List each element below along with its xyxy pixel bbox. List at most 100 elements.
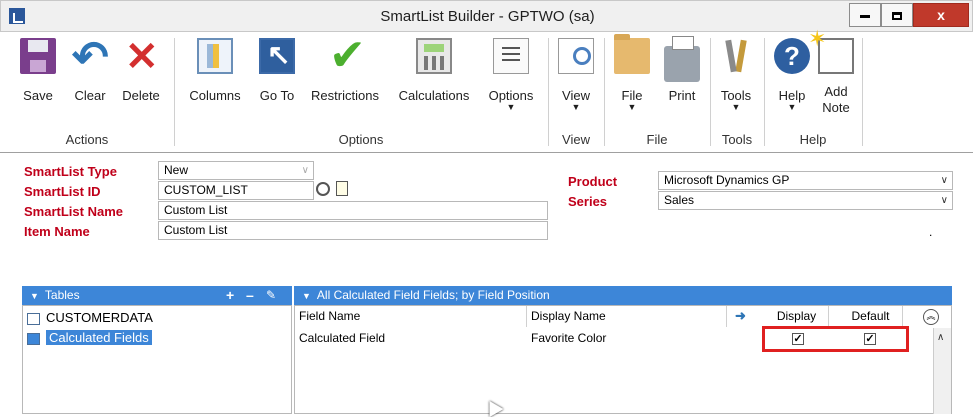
close-button[interactable]: x [913, 3, 969, 27]
delete-label: Delete [122, 88, 160, 103]
goto-button[interactable]: Go To [253, 38, 301, 103]
view-icon [558, 38, 594, 74]
print-label: Print [668, 88, 696, 103]
cell-field-name[interactable]: Calculated Field [295, 329, 527, 347]
group-separator [862, 38, 863, 146]
save-button[interactable]: Save [20, 38, 56, 103]
dot-marker: . [929, 225, 933, 239]
delete-icon [123, 34, 159, 80]
view-label: View [562, 88, 590, 103]
add-icon[interactable]: + [226, 286, 234, 305]
note-icon [808, 26, 854, 74]
smartlist-id-label: SmartList ID [24, 184, 101, 199]
columns-icon [197, 38, 233, 74]
chevron-down-icon: ∨ [301, 165, 309, 176]
grid-icon [27, 332, 40, 345]
chevron-down-icon: ▼ [571, 102, 581, 112]
maximize-icon [892, 12, 902, 21]
fields-panel: Field Name Display Name ➜ Display Defaul… [294, 305, 952, 414]
goto-icon [259, 38, 295, 74]
chevron-down-icon: ▼ [627, 102, 637, 112]
help-label: Help [778, 88, 806, 103]
chevron-down-icon: ▼ [506, 102, 516, 112]
column-header-field-name[interactable]: Field Name [295, 306, 527, 327]
maximize-button[interactable] [881, 3, 913, 27]
column-header-display[interactable]: Display [761, 306, 829, 327]
restrictions-label: Restrictions [311, 88, 379, 103]
group-label-help: Help [799, 132, 827, 147]
printer-icon [664, 36, 700, 82]
highlight-box [762, 326, 909, 352]
minimize-button[interactable] [849, 3, 881, 27]
save-label: Save [23, 88, 53, 103]
save-icon [20, 38, 56, 74]
chevron-down-icon: ∨ [940, 175, 948, 186]
new-document-icon[interactable] [336, 181, 348, 196]
smartlist-type-select[interactable]: New ∨ [158, 161, 314, 180]
lookup-icon[interactable] [316, 182, 330, 196]
collapse-icon[interactable]: ︽ [923, 309, 939, 325]
smartlist-type-label: SmartList Type [24, 164, 117, 179]
series-value: Sales [664, 193, 695, 207]
product-select[interactable]: Microsoft Dynamics GP ∨ [658, 171, 953, 190]
options-label: Options [488, 88, 534, 103]
group-label-view: View [562, 132, 590, 147]
list-icon [493, 38, 529, 74]
series-select[interactable]: Sales ∨ [658, 191, 953, 210]
calculator-icon [416, 38, 452, 74]
goto-label: Go To [259, 88, 295, 103]
table-icon [27, 312, 40, 325]
tables-panel: CUSTOMERDATA Calculated Fields [22, 305, 292, 414]
calculations-button[interactable]: Calculations [392, 38, 476, 103]
ribbon-toolbar: Save Clear Delete Columns Go To Restrict… [0, 26, 973, 153]
vertical-scrollbar[interactable]: ∧ [933, 328, 951, 414]
tables-header-label: Tables [44, 288, 80, 302]
chevron-down-icon: ▼ [731, 102, 741, 112]
table-item-customerdata[interactable]: CUSTOMERDATA [27, 310, 153, 325]
smartlist-name-field[interactable]: Custom List [158, 201, 548, 220]
remove-icon[interactable]: – [246, 286, 254, 305]
column-header-display-name[interactable]: Display Name [527, 306, 727, 327]
smartlist-id-field[interactable]: CUSTOM_LIST [158, 181, 314, 200]
tools-button[interactable]: Tools ▼ [716, 38, 756, 112]
product-label: Product [568, 174, 618, 189]
file-button[interactable]: File ▼ [612, 34, 652, 112]
folder-icon [614, 34, 650, 74]
product-value: Microsoft Dynamics GP [664, 173, 790, 187]
smartlist-type-value: New [164, 163, 189, 177]
table-item-label: Calculated Fields [46, 330, 152, 345]
undo-icon [72, 32, 109, 83]
calculations-label: Calculations [398, 88, 470, 103]
tables-panel-header: ▼ Tables + – ✎ [22, 286, 292, 305]
options-button[interactable]: Options ▼ [484, 38, 538, 112]
cell-display-name[interactable]: Favorite Color [527, 329, 731, 347]
chevron-down-icon[interactable]: ▼ [30, 287, 39, 306]
view-button[interactable]: View ▼ [556, 38, 596, 112]
group-label-tools: Tools [721, 132, 753, 147]
help-button[interactable]: Help ▼ [772, 38, 812, 112]
chevron-down-icon: ▼ [787, 102, 797, 112]
table-item-label: CUSTOMERDATA [46, 310, 153, 325]
add-note-button[interactable]: Add Note [808, 26, 858, 116]
clear-button[interactable]: Clear [70, 32, 110, 103]
group-separator [174, 38, 175, 146]
form-area: SmartList Type New ∨ SmartList ID CUSTOM… [0, 153, 973, 414]
clear-label: Clear [74, 88, 106, 103]
column-header-default[interactable]: Default [835, 306, 903, 327]
table-item-calculated-fields[interactable]: Calculated Fields [27, 330, 152, 345]
item-name-field[interactable]: Custom List [158, 221, 548, 240]
group-label-options: Options [338, 132, 384, 147]
columns-button[interactable]: Columns [184, 38, 246, 103]
chevron-down-icon[interactable]: ▼ [302, 287, 311, 306]
arrow-right-icon[interactable]: ➜ [735, 308, 746, 324]
restrictions-button[interactable]: Restrictions [306, 30, 384, 103]
fields-header-label: All Calculated Field Fields; by Field Po… [316, 288, 550, 302]
edit-icon[interactable]: ✎ [266, 286, 276, 305]
window-title: SmartList Builder - GPTWO (sa) [380, 8, 595, 25]
group-separator [710, 38, 711, 146]
minimize-icon [860, 14, 870, 18]
chevron-down-icon: ∨ [940, 195, 948, 206]
delete-button[interactable]: Delete [116, 34, 166, 103]
title-bar: SmartList Builder - GPTWO (sa) x [0, 0, 973, 32]
print-button[interactable]: Print [660, 36, 704, 103]
